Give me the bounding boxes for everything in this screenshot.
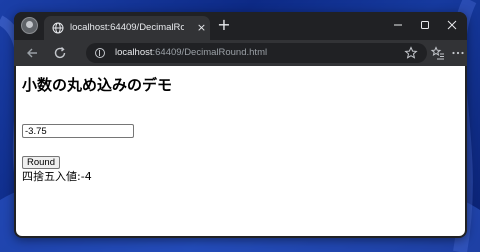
page-content: 小数の丸め込みのデモ Round 四捨五入値:-4	[16, 66, 465, 236]
url-host: localhost	[115, 47, 153, 58]
refresh-icon[interactable]	[52, 45, 68, 61]
tab-title: localhost:64409/DecimalRound.html	[70, 22, 184, 33]
url-text: localhost:64409/DecimalRound.html	[115, 46, 267, 60]
round-button[interactable]: Round	[22, 156, 60, 169]
site-info-icon[interactable]	[95, 48, 105, 58]
new-tab-button[interactable]: +	[217, 17, 231, 33]
favorite-star-icon[interactable]	[404, 46, 418, 60]
address-bar[interactable]: localhost:64409/DecimalRound.html	[86, 43, 427, 63]
result-value: -4	[80, 170, 92, 183]
globe-icon	[52, 22, 64, 34]
url-path: :64409/DecimalRound.html	[152, 47, 268, 58]
back-arrow-icon[interactable]	[24, 45, 40, 61]
favorites-icon[interactable]	[430, 45, 446, 61]
more-options-icon[interactable]	[450, 45, 466, 61]
browser-window: localhost:64409/DecimalRound.html × + lo…	[14, 12, 467, 238]
result-label: 四捨五入値:	[22, 170, 81, 183]
maximize-icon[interactable]	[418, 19, 432, 31]
title-bar: localhost:64409/DecimalRound.html × +	[14, 12, 467, 40]
minimize-icon[interactable]	[391, 19, 405, 31]
tab-active[interactable]: localhost:64409/DecimalRound.html ×	[44, 16, 210, 40]
page-heading: 小数の丸め込みのデモ	[22, 76, 173, 94]
profile-avatar[interactable]	[21, 17, 38, 34]
toolbar: localhost:64409/DecimalRound.html	[14, 40, 467, 66]
close-window-icon[interactable]	[445, 19, 459, 31]
result-line: 四捨五入値:-4	[22, 170, 92, 184]
tab-close-icon[interactable]: ×	[195, 21, 208, 34]
number-input[interactable]	[22, 124, 134, 138]
